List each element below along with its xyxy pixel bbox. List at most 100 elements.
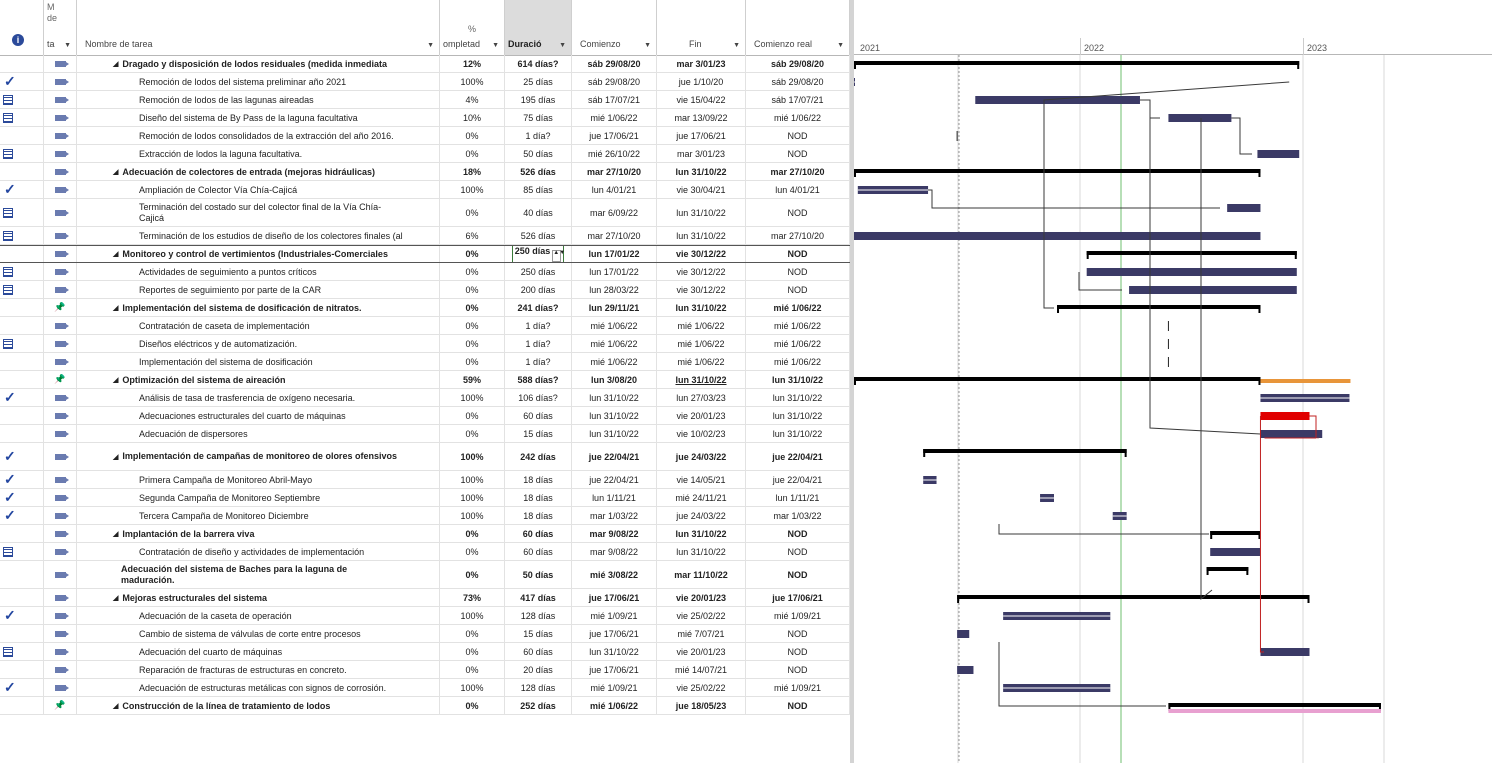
task-mode-cell[interactable] — [44, 281, 77, 298]
task-bar[interactable] — [854, 232, 1261, 240]
indicators-column-header[interactable]: i — [0, 0, 44, 55]
actual-start-cell[interactable]: mié 1/09/21 — [746, 679, 850, 696]
actual-start-cell[interactable]: NOD — [746, 697, 850, 714]
task-mode-cell[interactable] — [44, 471, 77, 488]
task-name-cell[interactable]: ◢ Implantación de la barrera viva — [77, 525, 440, 542]
start-date-cell[interactable]: sáb 29/08/20 — [572, 73, 657, 90]
duration-cell[interactable]: 252 días — [505, 697, 572, 714]
task-mode-cell[interactable] — [44, 589, 77, 606]
duration-cell[interactable]: 1 día? — [505, 127, 572, 144]
actual-start-cell[interactable]: NOD — [746, 525, 850, 542]
task-name-cell[interactable]: Segunda Campaña de Monitoreo Septiembre — [77, 489, 440, 506]
actual-start-cell[interactable]: sáb 29/08/20 — [746, 73, 850, 90]
percent-complete-cell[interactable]: 100% — [440, 443, 505, 470]
chevron-down-icon[interactable]: ▼ — [427, 42, 434, 49]
task-mode-cell[interactable]: 📌 — [44, 697, 77, 714]
percent-complete-cell[interactable]: 0% — [440, 543, 505, 560]
collapse-triangle-icon[interactable]: ◢ — [113, 304, 118, 312]
start-date-cell[interactable]: lun 31/10/22 — [572, 407, 657, 424]
start-date-cell[interactable]: mar 27/10/20 — [572, 227, 657, 244]
percent-complete-cell[interactable]: 18% — [440, 163, 505, 180]
start-date-cell[interactable]: sáb 17/07/21 — [572, 91, 657, 108]
actual-start-cell[interactable]: mié 1/06/22 — [746, 299, 850, 316]
actual-start-cell[interactable]: mié 1/06/22 — [746, 109, 850, 126]
finish-date-cell[interactable]: mié 24/11/21 — [657, 489, 746, 506]
finish-date-cell[interactable]: jue 24/03/22 — [657, 443, 746, 470]
table-row[interactable]: ◢ Mejoras estructurales del sistema 73% 417… — [0, 589, 850, 607]
task-mode-cell[interactable] — [44, 561, 77, 588]
actual-start-cell[interactable]: mié 1/06/22 — [746, 353, 850, 370]
actual-start-cell[interactable]: NOD — [746, 561, 850, 588]
actual-start-cell[interactable]: NOD — [746, 246, 850, 262]
start-date-cell[interactable]: mar 1/03/22 — [572, 507, 657, 524]
finish-date-cell[interactable]: vie 25/02/22 — [657, 607, 746, 624]
finish-date-cell[interactable]: mié 14/07/21 — [657, 661, 746, 678]
actual-start-cell[interactable]: NOD — [746, 625, 850, 642]
summary-bar-cap[interactable] — [854, 61, 856, 69]
actual-start-cell[interactable]: lun 1/11/21 — [746, 489, 850, 506]
task-name-cell[interactable]: Primera Campaña de Monitoreo Abril-Mayo — [77, 471, 440, 488]
summary-bar-cap[interactable] — [1294, 251, 1297, 259]
duration-cell[interactable]: 128 días — [505, 607, 572, 624]
table-row[interactable]: Adecuación del cuarto de máquinas 0% 60 dí… — [0, 643, 850, 661]
percent-complete-cell[interactable]: 0% — [440, 525, 505, 542]
task-name-cell[interactable]: Adecuación de estructuras metálicas con … — [77, 679, 440, 696]
percent-complete-cell[interactable]: 0% — [440, 625, 505, 642]
task-name-cell[interactable]: ◢ Optimización del sistema de aireación — [77, 371, 440, 388]
task-name-column-header[interactable]: Nombre de tarea ▼ — [77, 0, 440, 55]
table-row[interactable]: ◢ Monitoreo y control de vertimientos (In… — [0, 245, 850, 263]
percent-complete-cell[interactable]: 100% — [440, 507, 505, 524]
task-mode-cell[interactable] — [44, 389, 77, 406]
finish-date-cell[interactable]: vie 30/12/22 — [657, 263, 746, 280]
percent-complete-cell[interactable]: 0% — [440, 199, 505, 226]
finish-date-cell[interactable]: lun 31/10/22 — [657, 227, 746, 244]
summary-bar[interactable] — [1210, 531, 1261, 535]
duration-cell[interactable]: 250 días — [505, 263, 572, 280]
duration-cell[interactable]: 18 días — [505, 471, 572, 488]
summary-bar-cap[interactable] — [854, 169, 856, 177]
percent-complete-cell[interactable]: 100% — [440, 73, 505, 90]
table-row[interactable]: Cambio de sistema de válvulas de corte e… — [0, 625, 850, 643]
task-bar[interactable] — [1086, 268, 1297, 276]
finish-date-cell[interactable]: jue 1/10/20 — [657, 73, 746, 90]
duration-spinner[interactable]: ▲▼ — [552, 250, 565, 262]
task-bar[interactable] — [1227, 204, 1261, 212]
actual-start-cell[interactable]: NOD — [746, 145, 850, 162]
task-name-cell[interactable]: Adecuación del sistema de Baches para la… — [77, 561, 440, 588]
duration-cell[interactable]: 60 días — [505, 525, 572, 542]
task-bar[interactable] — [1257, 150, 1300, 158]
task-mode-cell[interactable] — [44, 55, 77, 72]
percent-complete-cell[interactable]: 0% — [440, 145, 505, 162]
percent-complete-cell[interactable]: 100% — [440, 181, 505, 198]
start-date-cell[interactable]: mié 1/06/22 — [572, 109, 657, 126]
actual-start-cell[interactable]: NOD — [746, 661, 850, 678]
duration-cell[interactable]: 15 días — [505, 425, 572, 442]
task-mode-cell[interactable] — [44, 317, 77, 334]
task-name-cell[interactable]: ◢ Adecuación de colectores de entrada (me… — [77, 163, 440, 180]
start-date-cell[interactable]: mar 9/08/22 — [572, 525, 657, 542]
actual-start-cell[interactable]: NOD — [746, 263, 850, 280]
duration-cell[interactable]: 250 días ▲▼ — [505, 246, 572, 262]
task-name-cell[interactable]: Adecuación de la caseta de operación — [77, 607, 440, 624]
finish-date-cell[interactable]: lun 31/10/22 — [657, 543, 746, 560]
finish-date-cell[interactable]: lun 31/10/22 — [657, 525, 746, 542]
summary-bar[interactable] — [1057, 305, 1261, 309]
actual-start-column-header[interactable]: Comienzo real ▼ — [746, 0, 850, 55]
table-row[interactable]: Adecuación de dispersores 0% 15 días lun 31… — [0, 425, 850, 443]
collapse-triangle-icon[interactable]: ◢ — [113, 453, 118, 461]
percent-complete-cell[interactable]: 0% — [440, 407, 505, 424]
finish-date-cell[interactable]: vie 30/12/22 — [657, 246, 746, 262]
start-date-cell[interactable]: lun 28/03/22 — [572, 281, 657, 298]
duration-cell[interactable]: 85 días — [505, 181, 572, 198]
finish-date-cell[interactable]: mar 3/01/23 — [657, 55, 746, 72]
task-mode-cell[interactable] — [44, 91, 77, 108]
actual-start-cell[interactable]: mar 27/10/20 — [746, 163, 850, 180]
task-name-cell[interactable]: Análisis de tasa de trasferencia de oxíg… — [77, 389, 440, 406]
summary-bar[interactable] — [854, 169, 1261, 173]
task-mode-cell[interactable] — [44, 443, 77, 470]
progress-bar[interactable] — [1260, 379, 1351, 383]
summary-bar-cap[interactable] — [1210, 531, 1213, 539]
start-date-cell[interactable]: lun 29/11/21 — [572, 299, 657, 316]
task-name-cell[interactable]: Adecuación del cuarto de máquinas — [77, 643, 440, 660]
start-date-cell[interactable]: lun 17/01/22 — [572, 263, 657, 280]
